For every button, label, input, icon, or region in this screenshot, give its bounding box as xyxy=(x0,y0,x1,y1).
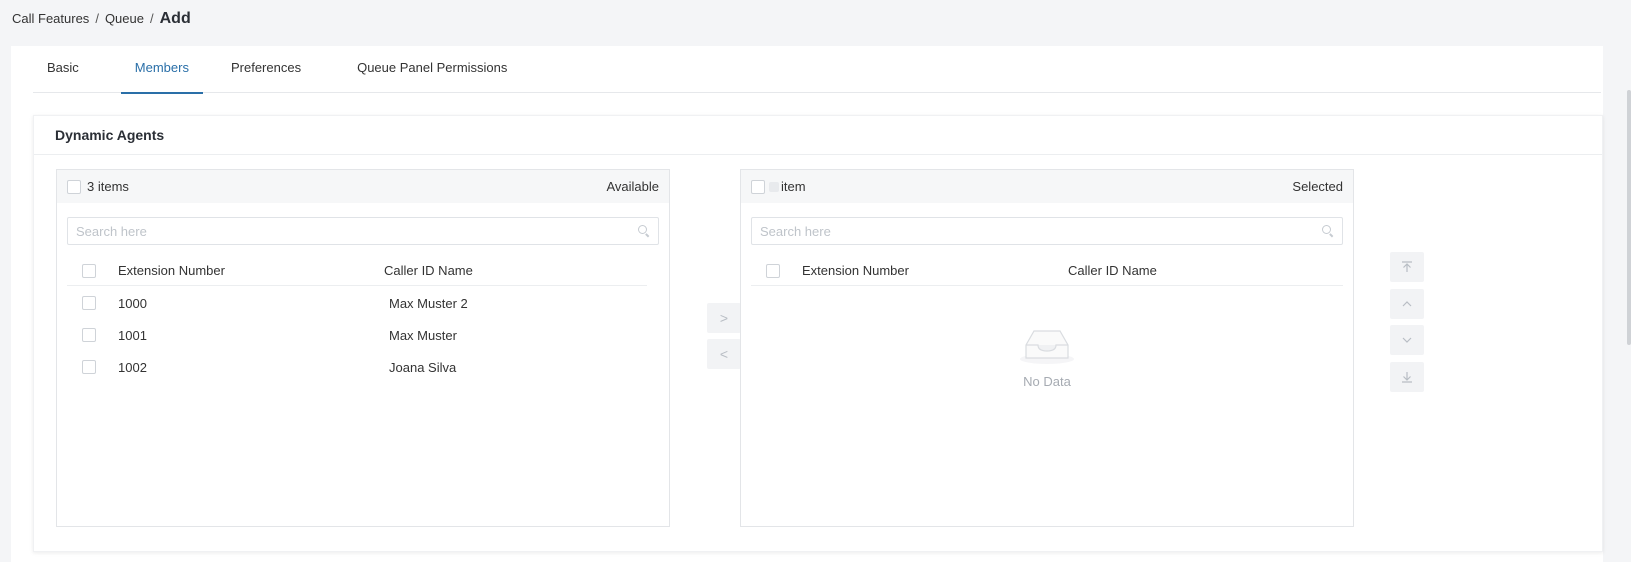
available-count: 3 items xyxy=(87,179,129,194)
selected-search-input[interactable] xyxy=(760,223,1322,239)
move-top-icon xyxy=(1402,261,1412,272)
page-scrollbar[interactable] xyxy=(1627,90,1631,345)
breadcrumb-queue[interactable]: Queue xyxy=(105,11,144,26)
row-caller-name: Max Muster xyxy=(389,327,457,343)
available-title: Available xyxy=(606,179,659,194)
move-down-button[interactable] xyxy=(1390,325,1424,355)
row-caller-name: Max Muster 2 xyxy=(389,295,468,311)
available-list: 3 items Available Extension Number Calle… xyxy=(56,169,670,527)
breadcrumb-separator: / xyxy=(95,11,99,26)
column-caller-id-name: Caller ID Name xyxy=(1068,263,1157,278)
column-caller-id-name: Caller ID Name xyxy=(384,263,473,278)
selected-list-header: item Selected xyxy=(741,170,1353,203)
select-all-available-checkbox[interactable] xyxy=(67,179,81,194)
tab-members[interactable]: Members xyxy=(120,46,204,94)
tab-bar: Basic Members Preferences Queue Panel Pe… xyxy=(33,46,1601,94)
content-panel: Basic Members Preferences Queue Panel Pe… xyxy=(11,46,1603,562)
selected-title: Selected xyxy=(1292,179,1343,194)
table-row[interactable]: 1002 Joana Silva xyxy=(67,351,647,383)
available-search xyxy=(67,217,659,245)
dynamic-agents-card: Dynamic Agents 3 items Available Extensi… xyxy=(33,115,1603,552)
search-icon[interactable] xyxy=(638,225,650,237)
page-title: Add xyxy=(159,10,191,27)
selected-count-placeholder xyxy=(769,181,779,192)
breadcrumb-call-features[interactable]: Call Features xyxy=(12,11,89,26)
move-bottom-icon xyxy=(1402,372,1412,383)
header-checkbox[interactable] xyxy=(82,263,96,278)
move-bottom-button[interactable] xyxy=(1390,362,1424,392)
row-checkbox[interactable] xyxy=(82,328,96,342)
selected-table-header: Extension Number Caller ID Name xyxy=(751,256,1343,286)
move-to-available-button[interactable]: < xyxy=(707,339,741,369)
select-all-selected-checkbox[interactable] xyxy=(751,179,765,194)
tab-queue-panel-permissions[interactable]: Queue Panel Permissions xyxy=(343,46,521,93)
inbox-icon xyxy=(1020,330,1074,364)
selected-list: item Selected Extension Number Caller ID… xyxy=(740,169,1354,527)
table-row[interactable]: 1000 Max Muster 2 xyxy=(67,287,647,319)
selected-count: item xyxy=(781,179,806,194)
breadcrumb-separator: / xyxy=(149,11,154,26)
column-extension-number: Extension Number xyxy=(802,263,909,278)
row-extension: 1002 xyxy=(118,359,147,375)
selected-search xyxy=(751,217,1343,245)
breadcrumb: Call Features / Queue / Add xyxy=(12,10,191,28)
chevron-down-icon xyxy=(1402,337,1412,343)
search-icon[interactable] xyxy=(1322,225,1334,237)
row-checkbox[interactable] xyxy=(82,296,96,310)
available-list-header: 3 items Available xyxy=(57,170,669,203)
row-extension: 1001 xyxy=(118,327,147,343)
header-checkbox[interactable] xyxy=(766,263,780,278)
row-caller-name: Joana Silva xyxy=(389,359,457,375)
section-title: Dynamic Agents xyxy=(34,116,1602,155)
table-row[interactable]: 1001 Max Muster xyxy=(67,319,647,351)
tab-preferences[interactable]: Preferences xyxy=(217,46,315,93)
move-up-button[interactable] xyxy=(1390,289,1424,319)
available-table-header: Extension Number Caller ID Name xyxy=(67,256,647,286)
chevron-up-icon xyxy=(1402,301,1412,307)
row-extension: 1000 xyxy=(118,295,147,311)
available-search-input[interactable] xyxy=(76,223,638,239)
empty-state: No Data xyxy=(741,325,1353,389)
column-extension-number: Extension Number xyxy=(118,263,225,278)
row-checkbox[interactable] xyxy=(82,360,96,374)
move-top-button[interactable] xyxy=(1390,252,1424,282)
tab-basic[interactable]: Basic xyxy=(33,46,93,93)
empty-text: No Data xyxy=(1023,374,1071,389)
move-to-selected-button[interactable]: > xyxy=(707,303,741,333)
